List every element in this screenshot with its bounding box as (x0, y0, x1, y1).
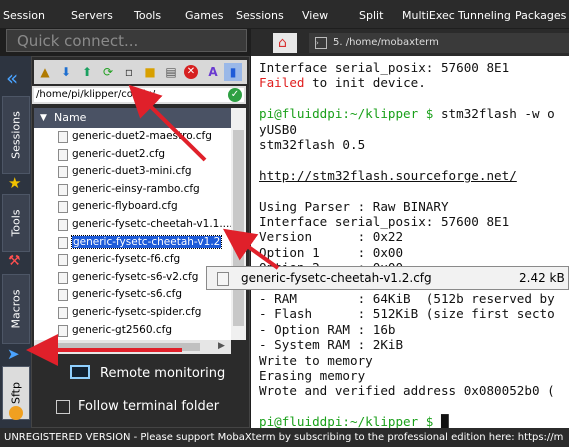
annotation-arrows (26, 84, 280, 366)
status-bar: UNREGISTERED VERSION - Please support Mo… (0, 428, 569, 447)
status-text: UNREGISTERED VERSION - Please support Mo… (4, 432, 564, 443)
arrow-to-selected-file (222, 228, 280, 270)
arrow-to-path (128, 84, 207, 162)
